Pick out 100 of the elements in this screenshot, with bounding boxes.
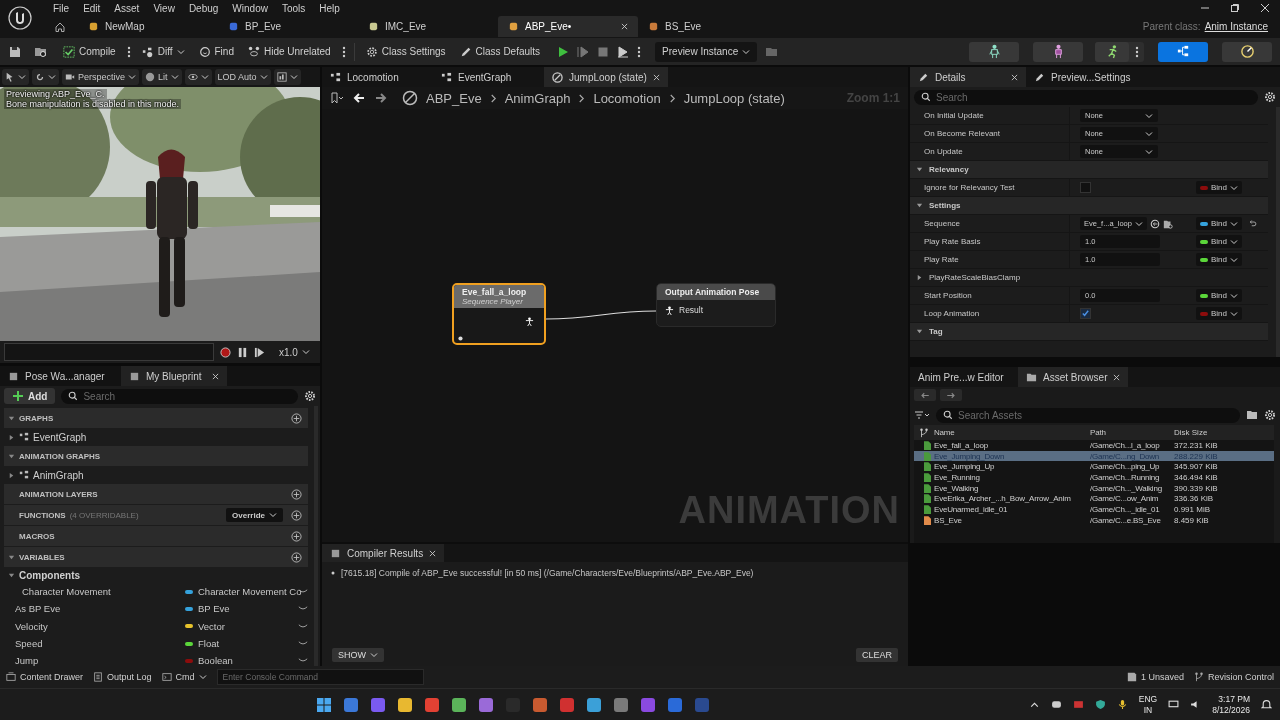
more-options-icon[interactable] [341, 44, 346, 59]
settings-icon[interactable] [304, 390, 316, 402]
variable-name[interactable]: Jump [15, 655, 185, 667]
simulate-icon[interactable] [617, 45, 630, 58]
expand-arrow-icon[interactable] [8, 553, 15, 561]
stop-icon[interactable] [597, 45, 610, 58]
pose-pin-icon[interactable] [665, 305, 674, 315]
override-dropdown[interactable]: Override [226, 508, 283, 522]
settings-icon[interactable] [1264, 91, 1276, 103]
output-log-button[interactable]: Output Log [93, 672, 152, 682]
category-title[interactable]: Tag [929, 327, 943, 336]
add-circle-icon[interactable] [291, 551, 302, 563]
viewport-options-dropdown[interactable] [273, 69, 301, 85]
monitor-icon[interactable] [1168, 699, 1180, 710]
asset-row[interactable]: BS_Eve /Game/C...e.BS_Eve 8.459 KiB [914, 514, 1274, 526]
find-button[interactable]: Find [195, 41, 237, 62]
parent-class-link[interactable]: Anim Instance [1204, 21, 1268, 32]
speed-dropdown[interactable]: x1.0 [279, 346, 310, 358]
asset-row[interactable]: Eve_Jumping_Up /Game/Ch...ping_Up 345.907 KiB [914, 461, 1274, 473]
variable-name[interactable]: As BP Eve [15, 603, 185, 615]
forward-button[interactable] [940, 389, 962, 401]
graph-item[interactable]: EventGraph [4, 429, 308, 445]
console-input[interactable]: Enter Console Command [216, 669, 424, 685]
checkbox[interactable] [1080, 308, 1091, 319]
expand-arrow-icon[interactable] [8, 433, 15, 441]
sequence-player-node[interactable]: Eve_fall_a_loop Sequence Player [452, 283, 546, 345]
asset-row[interactable]: Eve_fall_a_loop /Game/Ch...l_a_loop 372.231 KiB [914, 440, 1274, 451]
add-circle-icon[interactable] [291, 509, 302, 521]
panel-tab[interactable]: Asset Browser [1018, 367, 1129, 387]
show-dropdown[interactable]: SHOW [332, 648, 384, 662]
document-tab[interactable]: NewMap [78, 16, 218, 37]
eye-closed-icon[interactable] [298, 658, 308, 664]
menu-item[interactable]: Help [312, 2, 347, 14]
search-field[interactable]: Search [914, 89, 1258, 105]
section-header[interactable]: GRAPHS [4, 408, 308, 428]
notification-bell-icon[interactable] [1261, 699, 1272, 710]
bind-dropdown[interactable]: Bind [1196, 235, 1242, 248]
close-icon[interactable] [212, 372, 219, 380]
filter-icon[interactable] [914, 410, 930, 420]
engine-logo-icon[interactable] [8, 6, 32, 30]
more-options-icon[interactable] [1135, 44, 1139, 59]
close-icon[interactable] [429, 549, 437, 557]
menu-item[interactable]: Tools [274, 2, 313, 14]
browse-folder-icon[interactable] [1162, 218, 1173, 229]
back-button[interactable] [914, 389, 936, 401]
column-header[interactable]: Disk Size [1174, 428, 1208, 437]
variable-name[interactable]: Character Movement [22, 586, 185, 598]
panel-tab[interactable]: My Blueprint [121, 366, 227, 386]
compile-button[interactable]: Compile [60, 41, 119, 62]
close-icon[interactable] [1113, 373, 1121, 381]
category-title[interactable]: Relevancy [929, 165, 969, 174]
perspective-dropdown[interactable]: Perspective [62, 69, 140, 85]
diff-button[interactable]: Diff [138, 41, 188, 62]
clock-date[interactable]: 8/12/2026 [1212, 704, 1250, 716]
clear-button[interactable]: CLEAR [856, 648, 898, 662]
expand-arrow-icon[interactable] [8, 414, 15, 422]
show-dropdown[interactable] [184, 69, 212, 85]
animation-mode-button[interactable] [1095, 41, 1129, 62]
output-pose-node[interactable]: Output Animation Pose Result [656, 283, 776, 327]
lod-dropdown[interactable]: LOD Auto [214, 69, 271, 85]
expand-arrow-icon[interactable] [916, 328, 923, 335]
preview-instance-dropdown[interactable]: Preview Instance [655, 41, 758, 62]
add-circle-icon[interactable] [291, 530, 302, 542]
asset-row[interactable]: EveUnarmed_idle_01 /Game/Ch..._idle_01 0.991 MiB [914, 504, 1274, 515]
breadcrumb-item[interactable]: ABP_Eve [426, 90, 482, 106]
column-header[interactable]: Path [1090, 428, 1174, 437]
search-field[interactable]: Search Assets [936, 407, 1240, 423]
panel-tab[interactable]: Compiler Results [322, 544, 445, 562]
menu-item[interactable]: Debug [181, 2, 226, 14]
graph-tab[interactable]: JumpLoop (state) [544, 67, 668, 87]
close-icon[interactable] [652, 73, 660, 81]
content-drawer-button[interactable]: Content Drawer [6, 672, 84, 682]
breadcrumb-item[interactable]: AnimGraph [504, 90, 571, 106]
select-mode-dropdown[interactable] [2, 69, 29, 85]
panel-tab[interactable]: Pose Wa...anager [0, 366, 121, 386]
graph-item[interactable]: AnimGraph [4, 467, 308, 483]
graph-tab[interactable]: Locomotion [322, 67, 433, 87]
close-icon[interactable] [1260, 3, 1270, 13]
language-indicator[interactable]: ENG [1138, 693, 1158, 705]
microphone-icon[interactable] [1116, 699, 1128, 710]
bookmark-icon[interactable] [330, 92, 344, 104]
category-title[interactable]: Settings [929, 201, 961, 210]
expand-arrow-icon[interactable] [8, 572, 15, 579]
pin-dot-icon[interactable] [458, 336, 463, 341]
lit-dropdown[interactable]: Lit [142, 69, 182, 85]
app-icon[interactable] [531, 696, 548, 713]
bind-dropdown[interactable]: Bind [1196, 253, 1242, 266]
step-forward-icon[interactable] [254, 346, 265, 358]
breadcrumb-item[interactable]: JumpLoop (state) [683, 90, 785, 106]
asset-row[interactable]: EveErika_Archer_...h_Bow_Arrow_Anim /Game/C...ow_Anim 336.36 KiB [914, 493, 1274, 505]
restore-icon[interactable] [1230, 3, 1240, 13]
rotate-mode-dropdown[interactable] [32, 69, 59, 85]
eye-closed-icon[interactable] [298, 623, 308, 629]
variable-type[interactable]: Boolean [198, 655, 233, 667]
app-icon[interactable] [585, 696, 602, 713]
forward-arrow-icon[interactable] [374, 92, 388, 104]
app-icon[interactable] [477, 696, 494, 713]
revision-control-button[interactable]: Revision Control [1193, 672, 1274, 682]
variable-type[interactable]: Character Movement Co [198, 586, 302, 598]
panel-tab[interactable]: Anim Pre...w Editor [910, 367, 1018, 387]
